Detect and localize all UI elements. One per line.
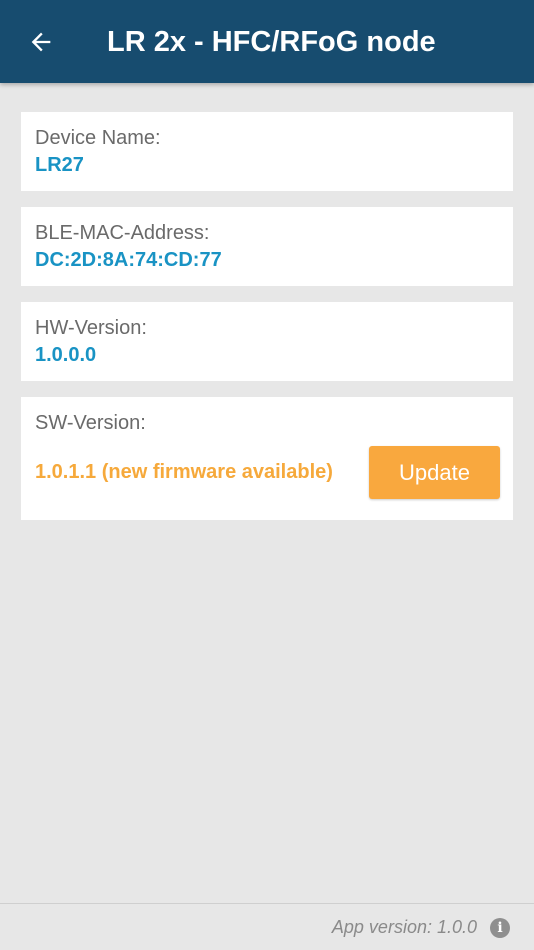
- hw-version-value: 1.0.0.0: [35, 344, 97, 366]
- info-icon[interactable]: i: [490, 918, 510, 938]
- ble-mac-value: DC:2D:8A:74:CD:77: [35, 249, 222, 271]
- hw-version-label: HW-Version:: [35, 317, 147, 339]
- arrow-left-icon: [31, 32, 51, 52]
- device-name-card: Device Name: LR27: [21, 112, 513, 191]
- device-name-value: LR27: [35, 154, 84, 176]
- sw-version-card: SW-Version: 1.0.1.1 (new firmware availa…: [21, 397, 513, 520]
- ble-mac-label: BLE-MAC-Address:: [35, 222, 210, 244]
- ble-mac-card: BLE-MAC-Address: DC:2D:8A:74:CD:77: [21, 207, 513, 286]
- app-version-text: App version: 1.0.0: [331, 917, 477, 937]
- sw-version-value: 1.0.1.1 (new firmware available): [35, 461, 333, 483]
- page-title: LR 2x - HFC/RFoG node: [107, 26, 436, 58]
- sw-version-label: SW-Version:: [35, 412, 146, 434]
- hw-version-card: HW-Version: 1.0.0.0: [21, 302, 513, 381]
- device-name-label: Device Name:: [35, 127, 161, 149]
- update-button[interactable]: Update: [369, 446, 500, 499]
- app-bar: LR 2x - HFC/RFoG node: [0, 0, 534, 83]
- footer: App version: 1.0.0 i: [0, 903, 534, 950]
- back-button[interactable]: [20, 22, 62, 62]
